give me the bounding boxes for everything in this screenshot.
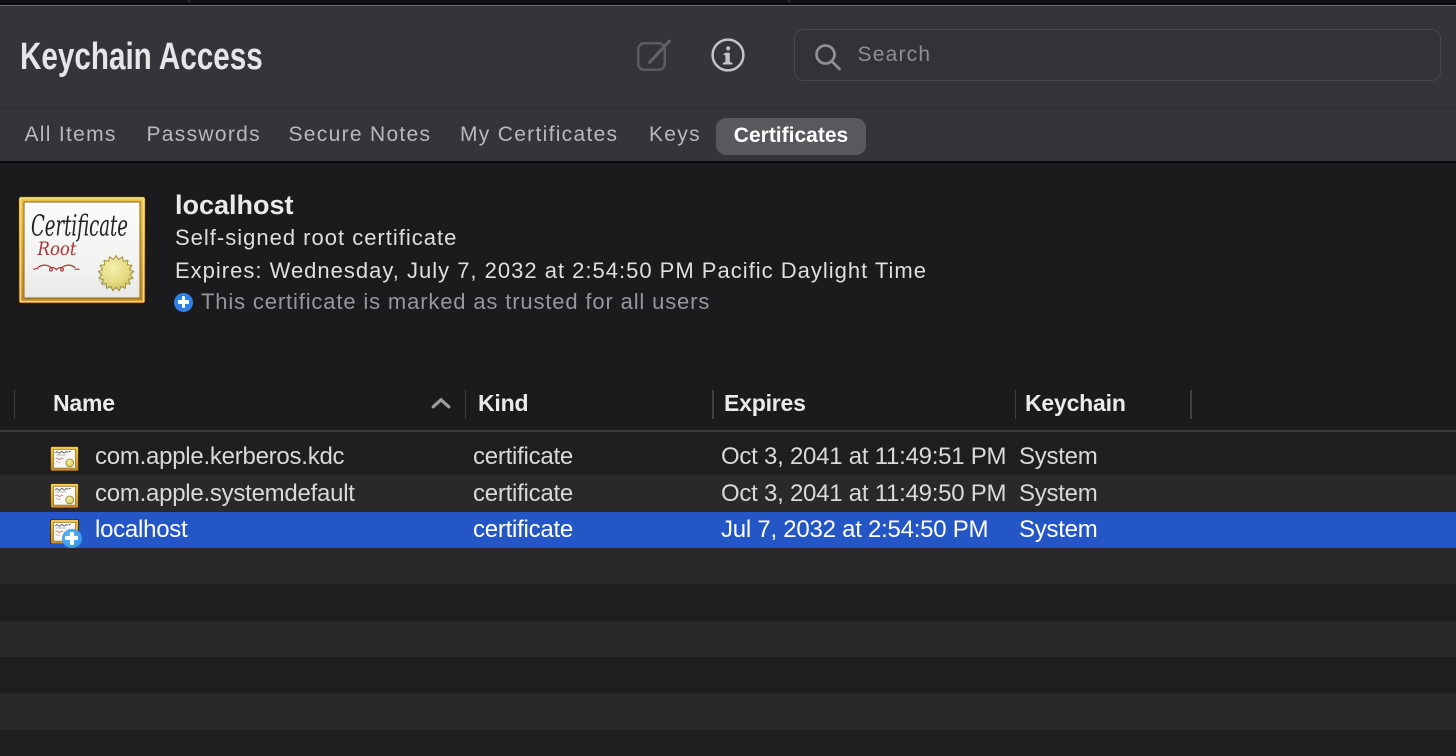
empty-row[interactable] <box>0 657 1456 693</box>
column-divider[interactable] <box>712 390 714 420</box>
empty-row[interactable] <box>0 730 1456 756</box>
sort-ascending-icon <box>430 397 452 410</box>
column-divider[interactable] <box>465 390 467 420</box>
certificate-small-icon <box>50 483 79 509</box>
cell-expires: Jul 7, 2032 at 2:54:50 PM <box>721 512 988 548</box>
cell-expires: Oct 3, 2041 at 11:49:51 PM <box>721 439 1006 475</box>
cell-kind: certificate <box>473 439 573 475</box>
tab-keys[interactable]: Keys <box>649 109 701 162</box>
empty-row[interactable] <box>0 584 1456 620</box>
certificate-trust-note: This certificate is marked as trusted fo… <box>201 290 710 314</box>
column-divider <box>14 390 16 420</box>
tab-secure-notes[interactable]: Secure Notes <box>289 109 432 162</box>
compose-icon <box>634 37 674 75</box>
tab-my-certificates[interactable]: My Certificates <box>460 109 618 162</box>
cell-keychain: System <box>1019 475 1098 511</box>
cell-kind: certificate <box>473 512 573 548</box>
column-header-kind[interactable]: Kind <box>478 392 528 415</box>
column-header-name[interactable]: Name <box>53 392 115 415</box>
category-tabbar: All Items Passwords Secure Notes My Certifi… <box>0 109 1456 162</box>
svg-text:Root: Root <box>37 238 77 260</box>
column-divider[interactable] <box>1190 390 1192 420</box>
cell-keychain: System <box>1019 512 1098 548</box>
table-row-localhost[interactable]: localhost certificate Jul 7, 2032 at 2:5… <box>0 512 1456 548</box>
certificate-expiry: Expires: Wednesday, July 7, 2032 at 2:54… <box>175 259 927 283</box>
certificate-description: Self-signed root certificate <box>175 226 457 250</box>
get-info-button[interactable] <box>706 34 750 76</box>
trusted-plus-icon <box>174 293 193 312</box>
column-header-expires[interactable]: Expires <box>724 392 806 415</box>
window-title: Keychain Access <box>20 37 263 77</box>
cell-keychain: System <box>1019 439 1098 475</box>
tab-all-items[interactable]: All Items <box>25 109 117 162</box>
certificate-name: localhost <box>175 191 294 219</box>
tabbar-bottom-border <box>0 161 1456 163</box>
new-certificate-badge-icon <box>62 529 82 549</box>
tab-certificates[interactable]: Certificates <box>716 118 866 155</box>
table-top-spacer <box>0 432 1456 439</box>
search-field[interactable]: Search <box>794 29 1442 81</box>
cell-name: com.apple.systemdefault <box>95 475 355 511</box>
search-icon <box>812 42 846 74</box>
certificate-root-icon: Certificate Root <box>17 195 147 305</box>
cell-name: localhost <box>95 512 187 548</box>
compose-button[interactable] <box>634 37 674 75</box>
certificate-table: com.apple.kerberos.kdc certificate Oct 3… <box>0 432 1456 756</box>
table-row-com.apple.kerberos.kdc[interactable]: com.apple.kerberos.kdc certificate Oct 3… <box>0 439 1456 475</box>
cell-expires: Oct 3, 2041 at 11:49:50 PM <box>721 475 1006 511</box>
cell-kind: certificate <box>473 475 573 511</box>
tab-passwords[interactable]: Passwords <box>147 109 261 162</box>
info-icon <box>706 34 750 76</box>
empty-row[interactable] <box>0 548 1456 584</box>
empty-row[interactable] <box>0 621 1456 657</box>
search-placeholder: Search <box>858 43 932 67</box>
cell-name: com.apple.kerberos.kdc <box>95 439 344 475</box>
certificate-small-icon <box>50 519 79 545</box>
column-header-keychain[interactable]: Keychain <box>1025 392 1126 415</box>
certificate-small-icon <box>50 446 79 472</box>
empty-row[interactable] <box>0 693 1456 729</box>
column-divider[interactable] <box>1015 390 1017 420</box>
table-row-com.apple.systemdefault[interactable]: com.apple.systemdefault certificate Oct … <box>0 475 1456 511</box>
